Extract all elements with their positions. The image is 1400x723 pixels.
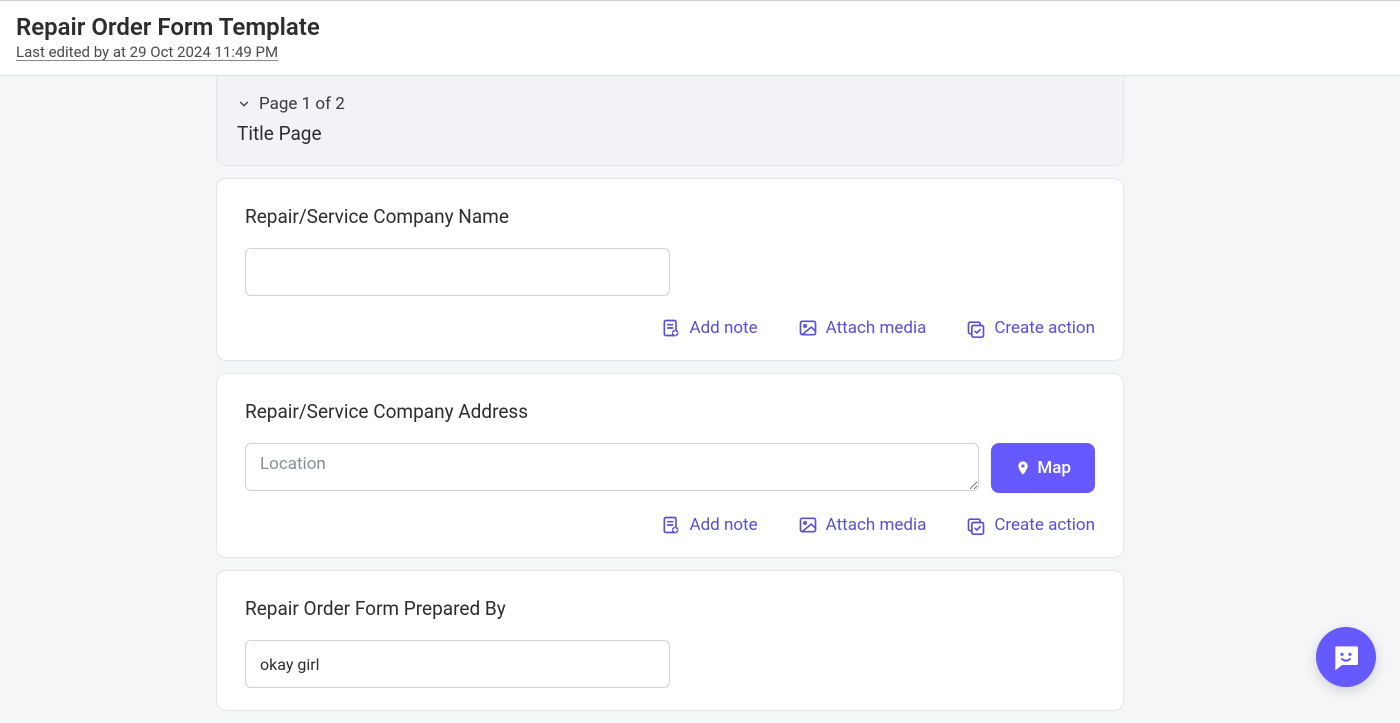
attach-media-button[interactable]: Attach media bbox=[798, 318, 927, 338]
add-note-button[interactable]: Add note bbox=[661, 318, 757, 338]
content-area: Page 1 of 2 Title Page Repair/Service Co… bbox=[0, 76, 1400, 723]
create-action-label: Create action bbox=[994, 318, 1095, 338]
page-header-card: Page 1 of 2 Title Page bbox=[216, 76, 1124, 166]
attach-media-button[interactable]: Attach media bbox=[798, 515, 927, 535]
chat-widget-button[interactable] bbox=[1316, 627, 1376, 687]
last-edited-at: at 29 Oct 2024 11:49 PM bbox=[113, 43, 278, 61]
create-action-label: Create action bbox=[994, 515, 1095, 535]
attach-media-label: Attach media bbox=[826, 515, 927, 535]
create-action-button[interactable]: Create action bbox=[966, 318, 1095, 338]
last-edited-prefix: Last edited by bbox=[16, 43, 113, 61]
card-actions: Add note Attach media Create action bbox=[245, 515, 1095, 535]
prepared-by-label: Repair Order Form Prepared By bbox=[245, 597, 1095, 620]
prepared-by-input[interactable] bbox=[245, 640, 670, 688]
company-name-label: Repair/Service Company Name bbox=[245, 205, 1095, 228]
add-note-button[interactable]: Add note bbox=[661, 515, 757, 535]
attach-media-label: Attach media bbox=[826, 318, 927, 338]
company-name-input[interactable] bbox=[245, 248, 670, 296]
note-icon bbox=[661, 318, 681, 338]
image-icon bbox=[798, 318, 818, 338]
add-note-label: Add note bbox=[689, 318, 757, 338]
company-address-card: Repair/Service Company Address Map bbox=[216, 373, 1124, 558]
section-title: Title Page bbox=[237, 122, 1103, 145]
last-edited-subtitle[interactable]: Last edited by at 29 Oct 2024 11:49 PM bbox=[16, 43, 1384, 61]
map-button-label: Map bbox=[1037, 458, 1071, 478]
header: Repair Order Form Template Last edited b… bbox=[0, 0, 1400, 76]
company-address-label: Repair/Service Company Address bbox=[245, 400, 1095, 423]
create-action-button[interactable]: Create action bbox=[966, 515, 1095, 535]
company-name-card: Repair/Service Company Name Add note bbox=[216, 178, 1124, 361]
location-row: Map bbox=[245, 443, 1095, 493]
chat-icon bbox=[1330, 641, 1362, 673]
location-input[interactable] bbox=[245, 443, 979, 491]
note-icon bbox=[661, 515, 681, 535]
checkbox-icon bbox=[966, 318, 986, 338]
map-pin-icon bbox=[1015, 460, 1031, 476]
chevron-down-icon bbox=[237, 97, 251, 111]
card-actions: Add note Attach media Create action bbox=[245, 318, 1095, 338]
prepared-by-card: Repair Order Form Prepared By bbox=[216, 570, 1124, 711]
checkbox-icon bbox=[966, 515, 986, 535]
page-title: Repair Order Form Template bbox=[16, 13, 1384, 41]
page-indicator[interactable]: Page 1 of 2 bbox=[237, 94, 1103, 114]
map-button[interactable]: Map bbox=[991, 443, 1095, 493]
page-indicator-text: Page 1 of 2 bbox=[259, 94, 345, 114]
image-icon bbox=[798, 515, 818, 535]
add-note-label: Add note bbox=[689, 515, 757, 535]
